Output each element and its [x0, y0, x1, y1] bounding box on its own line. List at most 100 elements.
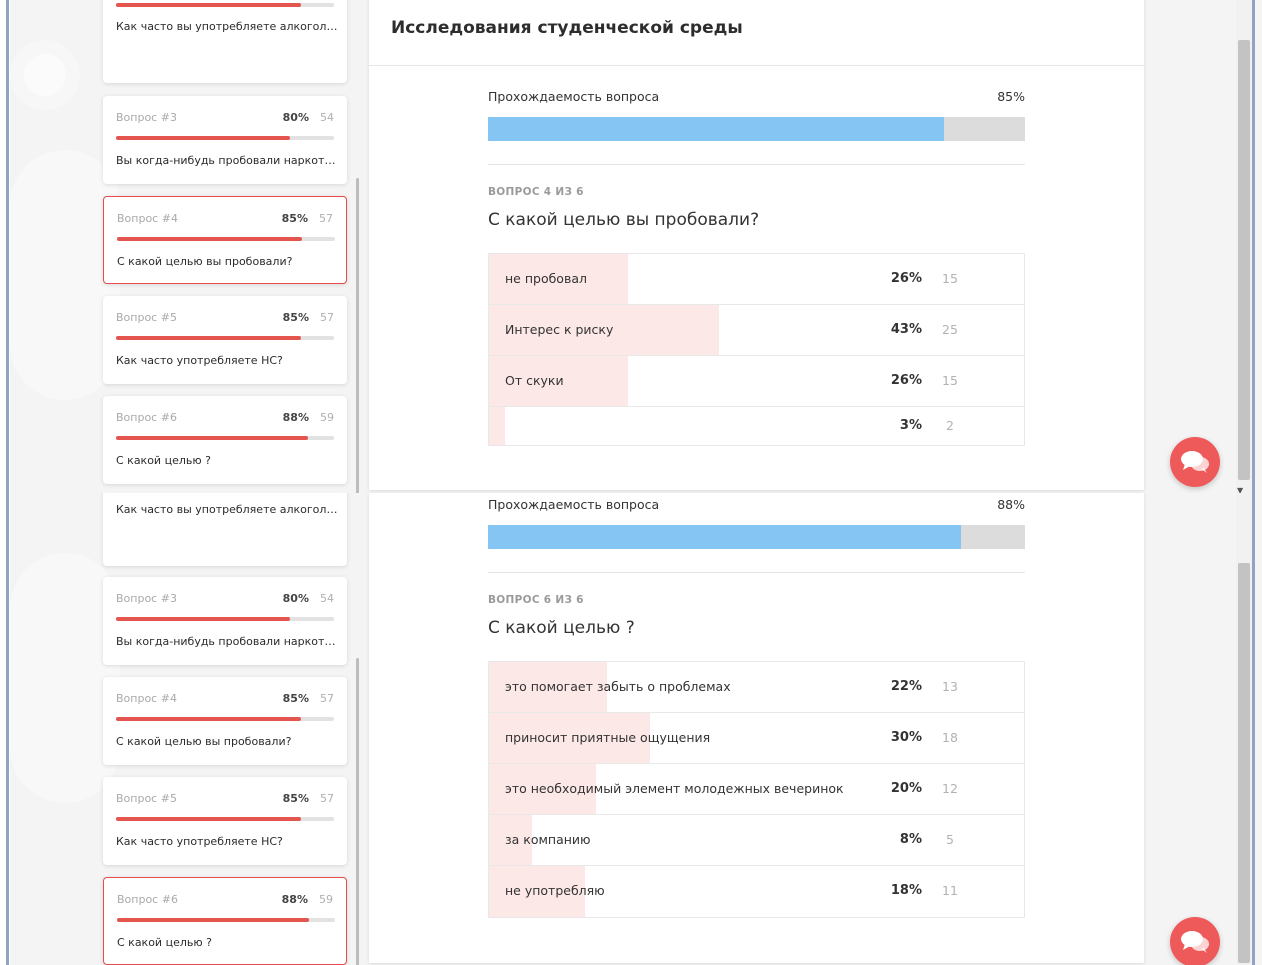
pass-rate-bar — [488, 525, 1025, 549]
pass-rate-percent: 88% — [997, 497, 1025, 512]
question-text: Как часто употребляете НС? — [116, 835, 283, 848]
question-progress-fill — [117, 918, 309, 922]
page-scrollbar-thumb[interactable] — [1238, 40, 1250, 480]
question-counter: ВОПРОС 4 ИЗ 6 — [488, 186, 584, 198]
chat-button[interactable] — [1170, 917, 1220, 965]
question-percent: 85% — [282, 311, 309, 324]
question-card[interactable]: Вопрос #4 85% 57 С какой целью вы пробовали… — [103, 196, 347, 284]
section-divider — [488, 572, 1025, 573]
question-progress-bar — [116, 336, 334, 340]
answer-count: 2 — [946, 418, 954, 433]
sidebar-scrollbar[interactable] — [356, 658, 359, 965]
top-screenshot-panel: Как часто вы употребляете алкоголь? Вопро… — [0, 0, 1262, 493]
question-sidebar: Как часто вы употребляете алкоголь? Вопро… — [103, 493, 347, 965]
answer-row: приносит приятные ощущения 30% 18 — [489, 713, 1024, 764]
answer-percent: 26% — [890, 271, 922, 286]
question-text: Вы когда-нибудь пробовали наркотики? — [116, 635, 338, 648]
answer-count: 25 — [942, 322, 958, 337]
chat-bubbles-icon — [1181, 451, 1209, 473]
question-progress-fill — [116, 136, 291, 140]
pass-rate-bar-fill — [488, 525, 961, 549]
question-percent: 85% — [282, 792, 309, 805]
question-number: Вопрос #6 — [117, 893, 178, 906]
answer-label: это помогает забыть о проблемах — [505, 679, 731, 694]
question-progress-bar — [116, 136, 334, 140]
question-number: Вопрос #5 — [116, 792, 177, 805]
sidebar-scrollbar[interactable] — [356, 178, 359, 493]
question-card[interactable]: Вопрос #5 85% 57 Как часто употребляете НС? — [103, 296, 347, 384]
question-percent: 85% — [281, 212, 308, 225]
answer-row: не пробовал 26% 15 — [489, 254, 1024, 305]
question-content: Прохождаемость вопроса 85% ВОПРОС 4 ИЗ 6… — [488, 0, 1025, 490]
answer-percent: 20% — [890, 781, 922, 796]
answer-row: за компанию 8% 5 — [489, 815, 1024, 866]
question-card[interactable]: Вопрос #6 88% 59 С какой целью ? — [103, 877, 347, 965]
question-card[interactable]: Как часто вы употребляете алкоголь? — [103, 493, 347, 566]
answer-row: это необходимый элемент молодежных вечер… — [489, 764, 1024, 815]
answer-label: не употребляю — [505, 883, 605, 898]
question-number: Вопрос #5 — [116, 311, 177, 324]
question-progress-bar — [116, 3, 334, 7]
question-count: 59 — [320, 411, 334, 424]
answer-percent: 18% — [890, 883, 922, 898]
question-progress-fill — [116, 436, 308, 440]
question-content: Прохождаемость вопроса 88% ВОПРОС 6 ИЗ 6… — [488, 493, 1025, 963]
pass-rate-bar — [488, 117, 1025, 141]
answer-percent: 43% — [890, 322, 922, 337]
question-percent: 88% — [282, 411, 309, 424]
answer-row: Интерес к риску 43% 25 — [489, 305, 1024, 356]
pass-rate-percent: 85% — [997, 89, 1025, 104]
answer-count: 18 — [942, 730, 958, 745]
question-percent: 88% — [281, 893, 308, 906]
pass-rate-label: Прохождаемость вопроса — [488, 89, 660, 104]
question-text: Как часто употребляете НС? — [116, 354, 283, 367]
section-divider — [488, 164, 1025, 165]
main-results-panel: Прохождаемость вопроса 88% ВОПРОС 6 ИЗ 6… — [369, 493, 1144, 963]
question-count: 54 — [320, 592, 334, 605]
answer-label: не пробовал — [505, 271, 587, 286]
question-progress-fill — [117, 237, 303, 241]
question-text: Вы когда-нибудь пробовали наркотики? — [116, 154, 338, 167]
question-progress-fill — [116, 336, 302, 340]
question-card[interactable]: Вопрос #4 85% 57 С какой целью вы пробовали… — [103, 677, 347, 765]
question-number: Вопрос #4 — [117, 212, 178, 225]
chat-button[interactable] — [1170, 437, 1220, 487]
question-progress-fill — [116, 617, 291, 621]
answer-percent: 26% — [890, 373, 922, 388]
question-card[interactable]: Вопрос #6 88% 59 С какой целью ? — [103, 396, 347, 484]
question-progress-fill — [116, 817, 302, 821]
answer-row: это помогает забыть о проблемах 22% 13 — [489, 662, 1024, 713]
answer-label: за компанию — [505, 832, 591, 847]
question-card[interactable]: Вопрос #3 80% 54 Вы когда-нибудь пробовали … — [103, 577, 347, 665]
question-card[interactable]: Вопрос #3 80% 54 Вы когда-нибудь пробовали … — [103, 96, 347, 184]
question-progress-fill — [116, 3, 302, 7]
answer-row: От скуки 26% 15 — [489, 356, 1024, 407]
question-number: Вопрос #6 — [116, 411, 177, 424]
question-count: 59 — [319, 893, 333, 906]
question-card[interactable]: Вопрос #5 85% 57 Как часто употребляете НС? — [103, 777, 347, 865]
question-percent: 85% — [282, 692, 309, 705]
pass-rate-bar-fill — [488, 117, 945, 141]
question-text: С какой целью ? — [117, 936, 212, 949]
question-progress-bar — [116, 436, 334, 440]
question-number: Вопрос #4 — [116, 692, 177, 705]
question-card[interactable]: Как часто вы употребляете алкоголь? — [103, 0, 347, 83]
answer-count: 5 — [946, 832, 954, 847]
question-progress-bar — [116, 717, 334, 721]
answer-label: От скуки — [505, 373, 564, 388]
left-window-edge — [0, 493, 10, 965]
pass-rate-label: Прохождаемость вопроса — [488, 497, 660, 512]
answer-count: 12 — [942, 781, 958, 796]
answer-count: 11 — [942, 883, 958, 898]
question-counter: ВОПРОС 6 ИЗ 6 — [488, 594, 584, 606]
answer-percent: 8% — [899, 832, 922, 847]
right-window-edge — [1252, 0, 1255, 493]
page-scrollbar-thumb[interactable] — [1238, 563, 1250, 963]
page-scrollbar[interactable] — [1236, 0, 1252, 493]
question-sidebar: Как часто вы употребляете алкоголь? Вопро… — [103, 0, 347, 493]
question-text: С какой целью ? — [116, 454, 211, 467]
scroll-down-arrow-icon[interactable]: ▼ — [1237, 486, 1243, 493]
question-count: 57 — [320, 311, 334, 324]
question-text: Как часто вы употребляете алкоголь? — [116, 20, 338, 33]
page-scrollbar[interactable] — [1236, 493, 1252, 965]
